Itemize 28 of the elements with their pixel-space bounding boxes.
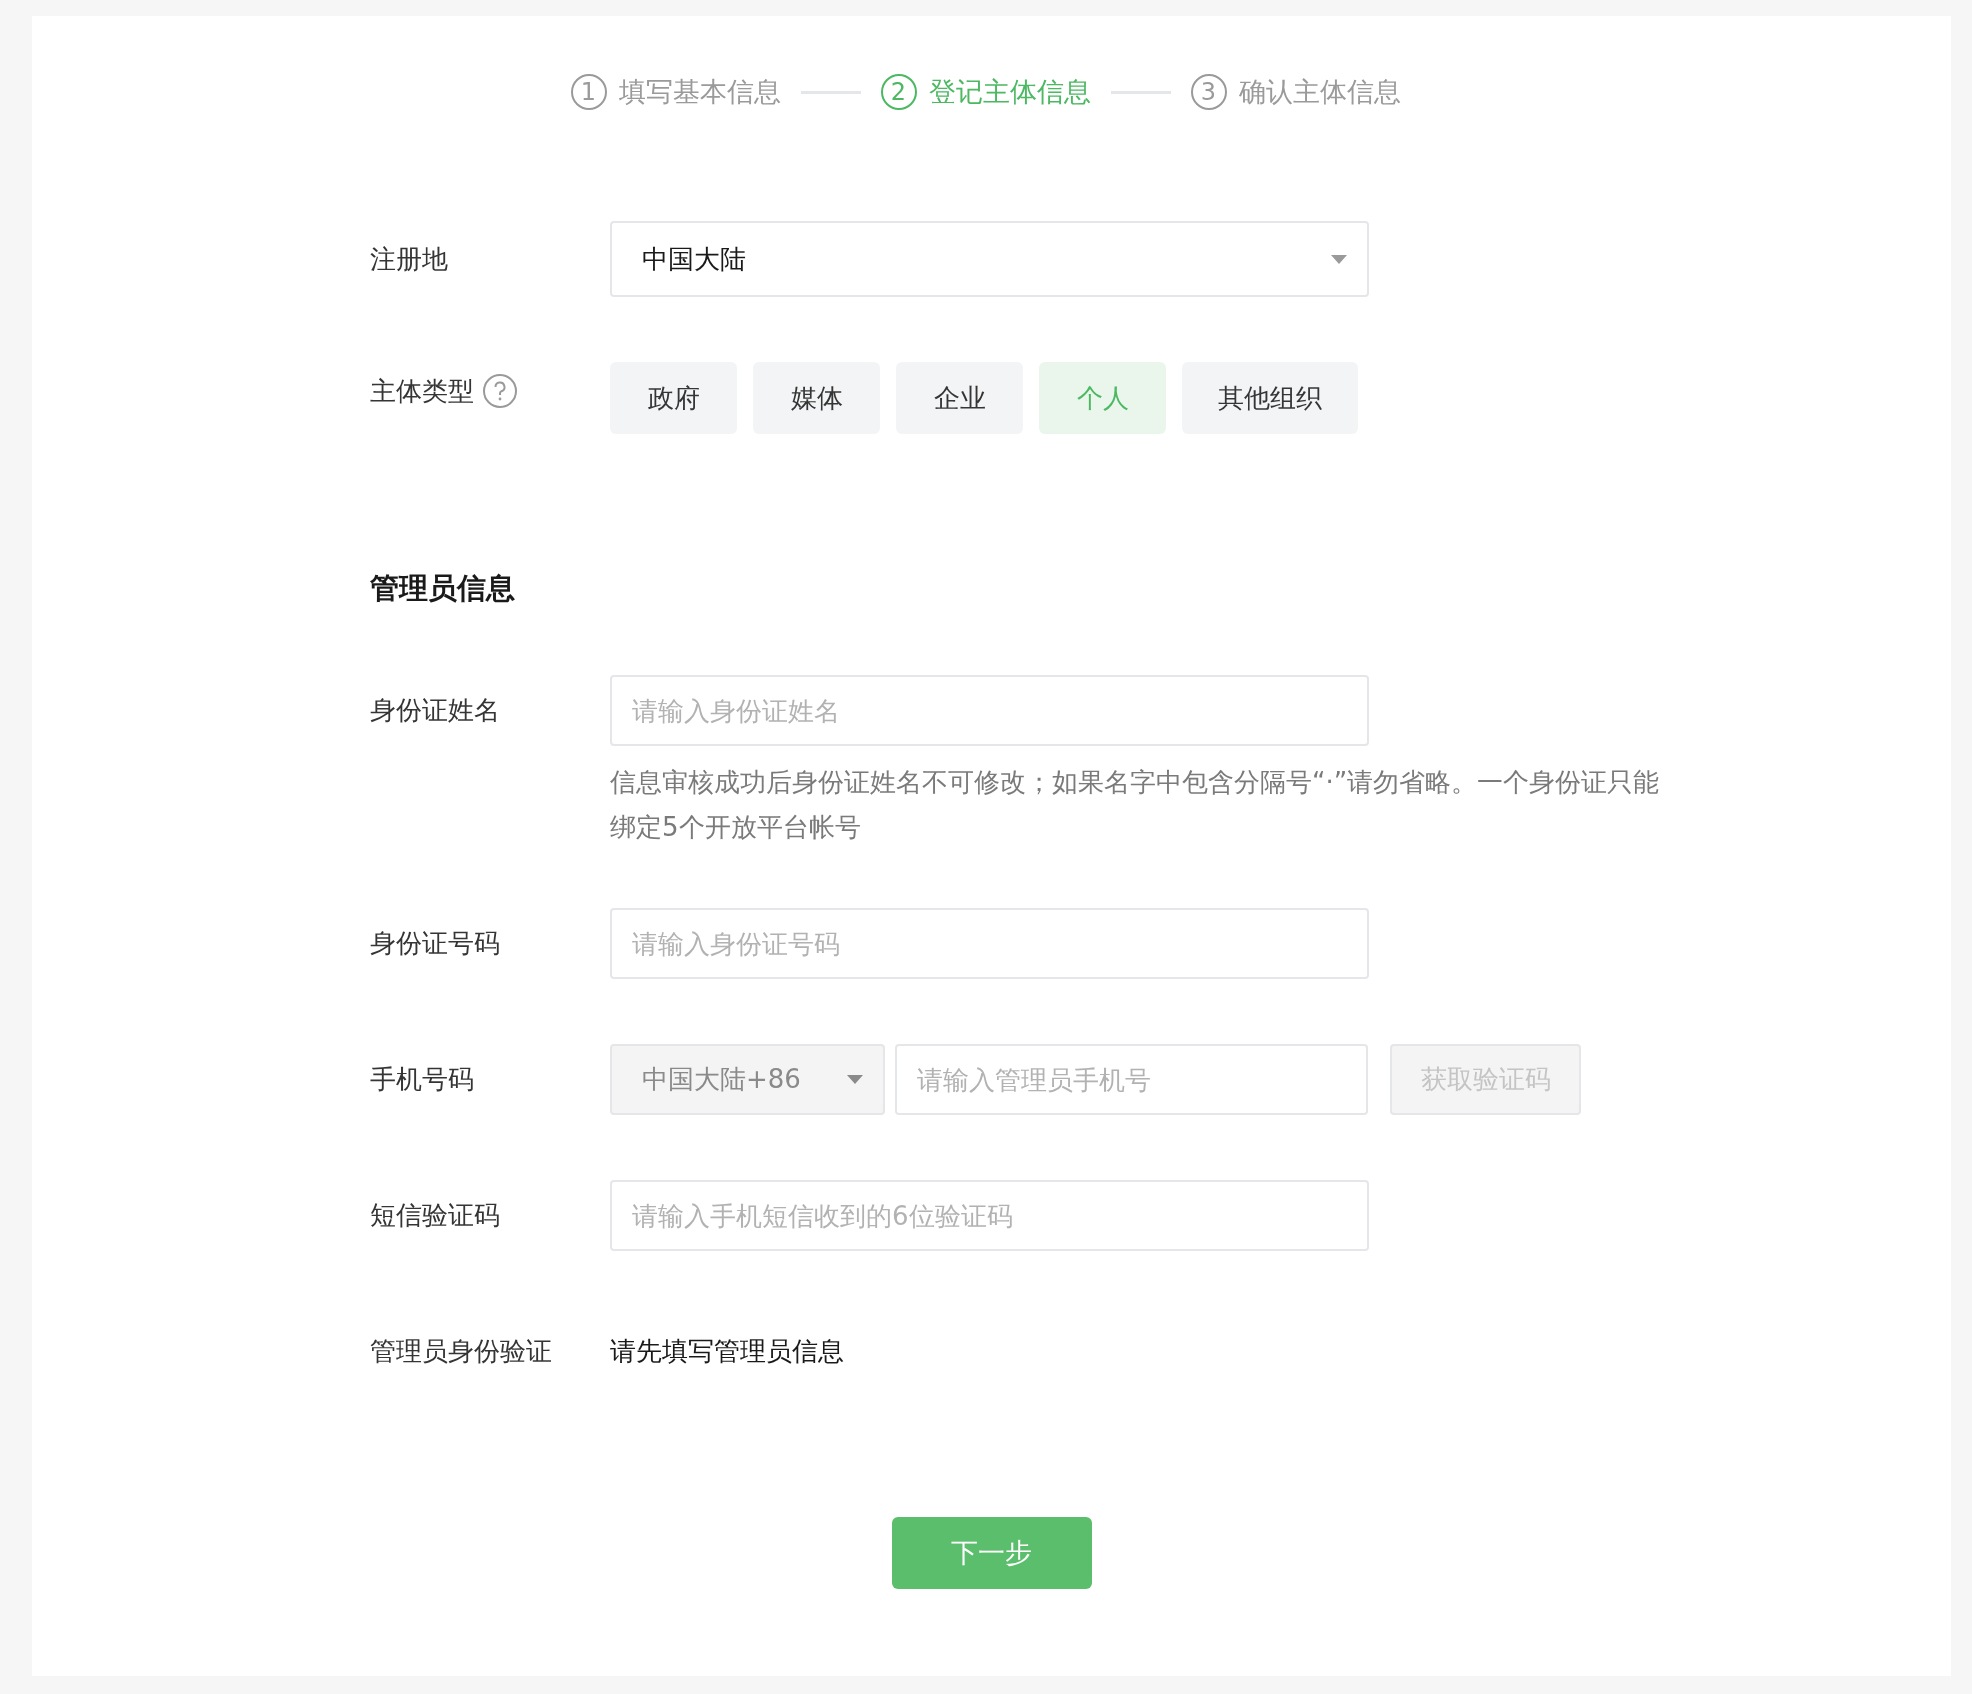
step-label: 填写基本信息 [618,75,781,109]
field-label: 身份证姓名 [370,694,500,727]
step-label: 登记主体信息 [928,75,1091,109]
hint-text: 信息审核成功后身份证姓名不可修改；如果名字中包含分隔号“·”请勿省略。一个身份证只能绑定5个开放平台帐号 [610,766,1661,844]
input-field[interactable]: 请输入手机短信收到的6位验证码 [610,1180,1369,1251]
type-option[interactable]: 媒体 [753,362,880,434]
region-select[interactable]: 中国大陆 [610,221,1369,297]
input-field[interactable]: 请输入身份证号码 [610,908,1369,979]
step-number: 2 [880,74,917,110]
field-label: 注册地 [370,242,448,276]
step-number: 3 [1190,74,1227,110]
input-field[interactable]: 请输入管理员手机号 [895,1044,1368,1115]
help-icon[interactable] [482,373,518,409]
type-option[interactable]: 企业 [896,362,1023,434]
field-label: 短信验证码 [370,1199,500,1232]
type-option[interactable]: 政府 [610,362,737,434]
field-label: 主体类型 [370,374,474,408]
field-label: 手机号码 [370,1063,474,1096]
caret-icon [847,1075,863,1084]
field-label: 管理员身份验证 [370,1335,552,1368]
input-field[interactable]: 请输入身份证姓名 [610,675,1369,746]
field-label: 身份证号码 [370,927,500,960]
type-option[interactable]: 其他组织 [1182,362,1358,434]
status-text: 请先填写管理员信息 [610,1335,844,1368]
caret-icon [1331,254,1347,264]
step-number: 1 [570,74,607,110]
section-title: 管理员信息 [370,574,516,603]
step-label: 确认主体信息 [1238,75,1401,109]
